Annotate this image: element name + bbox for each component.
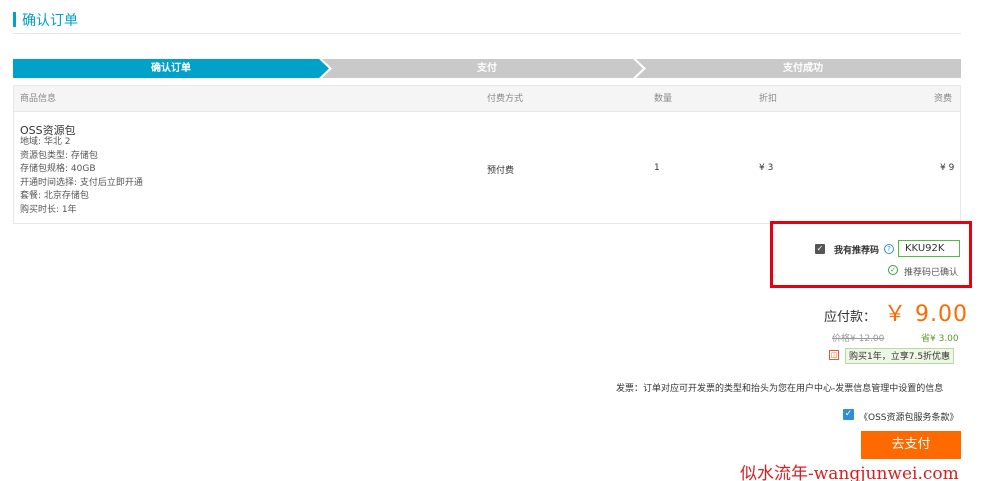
- savings-amount: 省¥ 3.00: [921, 334, 959, 344]
- help-icon[interactable]: ?: [884, 244, 894, 254]
- header-fee: 资费: [934, 94, 953, 104]
- step-confirm-order: 确认订单: [151, 63, 191, 74]
- cell-fee: ¥ 9: [940, 163, 955, 173]
- referral-code-input[interactable]: [898, 240, 960, 257]
- step-progress: 确认订单 支付 支付成功: [13, 59, 961, 78]
- page-title: 确认订单: [22, 12, 78, 29]
- referral-checkbox[interactable]: ✓: [815, 244, 825, 254]
- referral-label: 我有推荐码: [834, 246, 880, 256]
- amount-due-value: ￥ 9.00: [884, 302, 968, 327]
- amount-due-label: 应付款：: [824, 310, 877, 325]
- spec-duration: 购买时长: 1年: [20, 204, 77, 215]
- cell-discount: ¥ 3: [759, 163, 774, 173]
- header-quantity: 数量: [654, 94, 673, 104]
- check-circle-icon: ✓: [888, 265, 898, 275]
- gift-icon: ◫: [829, 350, 839, 360]
- spec-storage-size: 存储包规格: 40GB: [20, 164, 96, 174]
- cell-payment-method: 预付费: [487, 166, 515, 176]
- spec-activation-time: 开通时间选择: 支付后立即开通: [20, 177, 143, 188]
- table-header: 商品信息 付费方式 数量 折扣 资费: [14, 86, 960, 112]
- spec-region: 地域: 华北 2: [20, 137, 71, 147]
- header-divider: [13, 33, 961, 34]
- header-payment-method: 付费方式: [487, 94, 524, 104]
- header-product: 商品信息: [20, 94, 57, 104]
- invoice-notice: 发票：订单对应可开发票的类型和抬头为您在用户中心-发票信息管理中设置的信息: [616, 384, 944, 394]
- step-pay-success: 支付成功: [783, 63, 823, 74]
- promo-badge: 购买1年，立享7.5折优惠: [845, 348, 955, 364]
- spec-plan: 套餐: 北京存储包: [20, 191, 89, 201]
- spec-package-type: 资源包类型: 存储包: [20, 150, 98, 161]
- pay-button[interactable]: 去支付: [861, 431, 961, 459]
- title-accent-bar: [13, 12, 16, 27]
- product-specs: 地域: 华北 2 资源包类型: 存储包 存储包规格: 40GB 开通时间选择: …: [20, 136, 143, 217]
- terms-checkbox[interactable]: ✓: [843, 409, 854, 420]
- referral-confirmed-text: 推荐码已确认: [904, 268, 959, 278]
- step-pay: 支付: [477, 63, 497, 74]
- order-table: 商品信息 付费方式 数量 折扣 资费 OSS资源包 地域: 华北 2 资源包类型…: [13, 85, 961, 224]
- page-header: 确认订单: [13, 11, 78, 29]
- terms-link[interactable]: 《OSS资源包服务条款》: [859, 410, 959, 423]
- original-price: 价格¥ 12.00: [832, 334, 885, 344]
- watermark-text: 似水流年-wangjunwei.com: [740, 464, 959, 481]
- header-discount: 折扣: [759, 94, 778, 104]
- cell-quantity: 1: [654, 163, 660, 173]
